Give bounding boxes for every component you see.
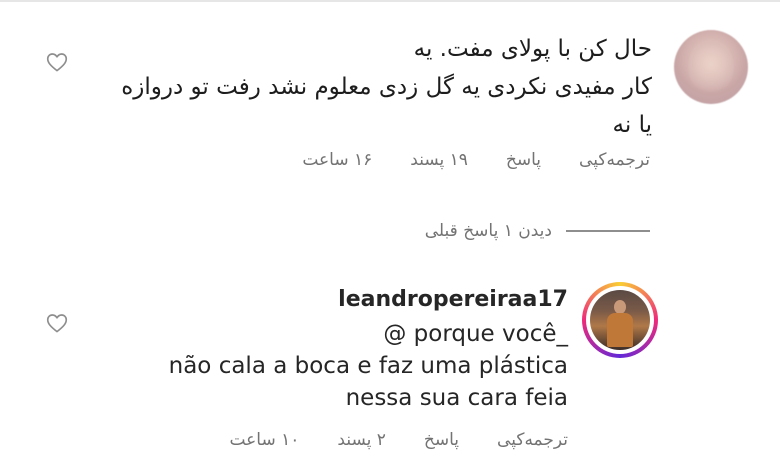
heart-outline-icon[interactable] — [46, 52, 68, 72]
translate-button[interactable]: ترجمه — [524, 430, 568, 450]
comment-text: @ porque você_ não cala a boca e faz uma… — [110, 318, 568, 414]
comment-text-line: یا نه — [612, 112, 652, 138]
view-replies-label[interactable]: دیدن ۱ پاسخ قبلی — [425, 221, 552, 241]
avatar-photo — [590, 290, 650, 350]
likes-count[interactable]: ۱۹ پسند — [410, 150, 468, 170]
likes-count[interactable]: ۲ پسند — [337, 430, 386, 450]
heart-outline-icon[interactable] — [46, 313, 68, 333]
view-previous-replies[interactable]: دیدن ۱ پاسخ قبلی — [418, 219, 650, 243]
comment-time: ۱۰ ساعت — [229, 430, 300, 450]
comment-meta: ۱۶ ساعت ۱۹ پسند پاسخ کپی ترجمه — [260, 150, 650, 170]
comment-text-line: nessa sua cara feia — [345, 385, 568, 411]
reply-button[interactable]: پاسخ — [424, 430, 459, 450]
copy-button[interactable]: کپی — [497, 430, 524, 450]
reply-dash — [566, 230, 650, 232]
top-divider — [0, 0, 780, 2]
comment-meta: ۱۰ ساعت ۲ پسند پاسخ کپی ترجمه — [189, 430, 568, 450]
comment-time: ۱۶ ساعت — [302, 150, 373, 170]
copy-button[interactable]: کپی — [579, 150, 606, 170]
reply-button[interactable]: پاسخ — [506, 150, 541, 170]
avatar[interactable] — [674, 30, 748, 104]
comment-text: حال کن با پولای مفت. یه کار مفیدی نکردی … — [92, 30, 652, 144]
comment-text-line: حال کن با پولای مفت. یه — [413, 36, 652, 62]
comment-username[interactable]: leandropereiraa17 — [330, 287, 568, 312]
comment-text-line: não cala a boca e faz uma plástica — [168, 353, 568, 379]
comment-text-line: کار مفیدی نکردی یه گل زدی معلوم نشد رفت … — [121, 74, 652, 100]
avatar-body — [607, 313, 633, 347]
comment-text-line: @ porque você_ — [383, 321, 568, 347]
avatar[interactable] — [582, 282, 658, 358]
translate-button[interactable]: ترجمه — [606, 150, 650, 170]
avatar-head — [614, 300, 626, 314]
